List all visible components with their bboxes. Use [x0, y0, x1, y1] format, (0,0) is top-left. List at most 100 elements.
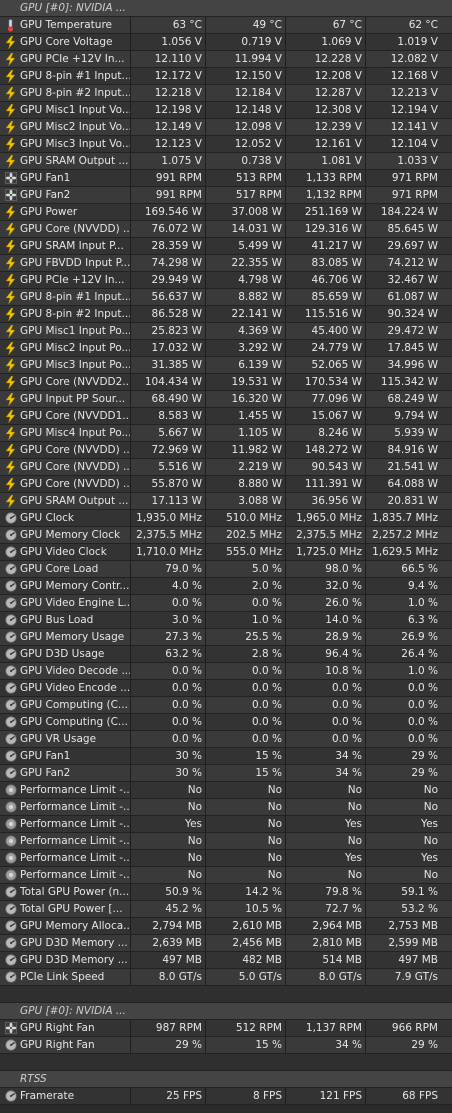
sensor-row[interactable]: GPU Video Clock 1,710.0 MHz 555.0 MHz 1,725…	[0, 544, 452, 561]
sensor-row[interactable]: GPU Fan2 991 RPM 517 RPM 1,132 RPM 971 RPM	[0, 187, 452, 204]
current-value: 3.0 %	[171, 614, 202, 626]
sensor-row[interactable]: GPU Right Fan 29 % 15 % 34 % 29 %	[0, 1037, 452, 1054]
sensor-row[interactable]: GPU Core Load 79.0 % 5.0 % 98.0 % 66.5 %	[0, 561, 452, 578]
max-value: 12.239 V	[314, 121, 362, 133]
sensor-row[interactable]: GPU SRAM Input P... 28.359 W 5.499 W 41.217…	[0, 238, 452, 255]
current-value: 25.823 W	[151, 325, 202, 337]
sensor-row[interactable]: GPU Computing (C... 0.0 % 0.0 % 0.0 % 0.0 %	[0, 697, 452, 714]
sensor-row[interactable]: GPU Core (NVVDD) ... 5.516 W 2.219 W 90.543…	[0, 459, 452, 476]
sensor-row[interactable]: GPU Core (NVVDD) ... 76.072 W 14.031 W 129.…	[0, 221, 452, 238]
sensor-row[interactable]: GPU Misc1 Input Po... 25.823 W 4.369 W 45.4…	[0, 323, 452, 340]
sensor-row[interactable]: GPU FBVDD Input P... 74.298 W 22.355 W 83.0…	[0, 255, 452, 272]
sensor-row[interactable]: GPU Core Voltage 1.056 V 0.719 V 1.069 V 1.0…	[0, 34, 452, 51]
column-separator	[365, 408, 366, 424]
average-value: 12.104 V	[390, 138, 438, 150]
sensor-row[interactable]: GPU Core (NVVDD) ... 72.969 W 11.982 W 148.…	[0, 442, 452, 459]
sensor-row[interactable]: GPU 8-pin #2 Input... 86.528 W 22.141 W 115…	[0, 306, 452, 323]
section-header[interactable]: GPU [#0]: NVIDIA ...	[0, 0, 452, 17]
max-value: 41.217 W	[311, 240, 362, 252]
column-separator	[285, 374, 286, 390]
sensor-row[interactable]: GPU Video Engine L... 0.0 % 0.0 % 26.0 % 1.0…	[0, 595, 452, 612]
sensor-row[interactable]: GPU Core (NVVDD1... 8.583 W 1.455 W 15.067 …	[0, 408, 452, 425]
sensor-row[interactable]: GPU Memory Alloca... 2,794 MB 2,610 MB 2,96…	[0, 918, 452, 935]
column-separator	[205, 1088, 206, 1104]
sensor-row[interactable]: GPU Power 169.546 W 37.008 W 251.169 W 184.2…	[0, 204, 452, 221]
sensor-row[interactable]: GPU Video Encode ... 0.0 % 0.0 % 0.0 % 0.0 %	[0, 680, 452, 697]
sensor-row[interactable]: GPU Misc1 Input Vo... 12.198 V 12.148 V 12.…	[0, 102, 452, 119]
column-separator	[130, 561, 131, 577]
sensor-row[interactable]: GPU Core (NVVDD2... 104.434 W 19.531 W 170.…	[0, 374, 452, 391]
sensor-label: GPU PCIe +12V In...	[20, 274, 125, 286]
current-value: 169.546 W	[144, 206, 202, 218]
column-separator	[365, 425, 366, 441]
sensor-row[interactable]: Performance Limit -... No No No No	[0, 782, 452, 799]
column-separator	[285, 323, 286, 339]
sensor-row[interactable]: GPU 8-pin #1 Input... 12.172 V 12.150 V 12.…	[0, 68, 452, 85]
column-separator	[365, 680, 366, 696]
current-value: No	[187, 784, 202, 796]
sensor-row[interactable]: GPU Memory Usage 27.3 % 25.5 % 28.9 % 26.9 %	[0, 629, 452, 646]
sensor-row[interactable]: GPU Fan2 30 % 15 % 34 % 29 %	[0, 765, 452, 782]
sensor-row[interactable]: GPU Misc3 Input Po... 31.385 W 6.139 W 52.0…	[0, 357, 452, 374]
sensor-row[interactable]: GPU 8-pin #1 Input... 56.637 W 8.882 W 85.6…	[0, 289, 452, 306]
sensor-row[interactable]: GPU Memory Contr... 4.0 % 2.0 % 32.0 % 9.4 %	[0, 578, 452, 595]
sensor-row[interactable]: GPU D3D Usage 63.2 % 2.8 % 96.4 % 26.4 %	[0, 646, 452, 663]
sensor-row[interactable]: Performance Limit -... No No No No	[0, 833, 452, 850]
sensor-row[interactable]: GPU Misc2 Input Vo... 12.149 V 12.098 V 12.…	[0, 119, 452, 136]
sensor-row[interactable]: GPU SRAM Output ... 17.113 W 3.088 W 36.956…	[0, 493, 452, 510]
sensor-row[interactable]: Framerate 25 FPS 8 FPS 121 FPS 68 FPS	[0, 1088, 452, 1105]
column-separator	[205, 561, 206, 577]
min-value: 22.141 W	[231, 308, 282, 320]
sensor-row[interactable]: GPU Misc2 Input Po... 17.032 W 3.292 W 24.7…	[0, 340, 452, 357]
current-value: 8.583 W	[158, 410, 202, 422]
sensor-row[interactable]: GPU Misc4 Input Po... 5.667 W 1.105 W 8.246…	[0, 425, 452, 442]
sensor-row[interactable]: GPU D3D Memory ... 497 MB 482 MB 514 MB 497 …	[0, 952, 452, 969]
sensor-row[interactable]: GPU Memory Clock 2,375.5 MHz 202.5 MHz 2,37…	[0, 527, 452, 544]
sensor-row[interactable]: GPU Misc3 Input Vo... 12.123 V 12.052 V 12.…	[0, 136, 452, 153]
sensor-row[interactable]: GPU VR Usage 0.0 % 0.0 % 0.0 % 0.0 %	[0, 731, 452, 748]
column-separator	[130, 1037, 131, 1053]
average-value: 32.467 W	[387, 274, 438, 286]
sensor-row[interactable]: GPU Clock 1,935.0 MHz 510.0 MHz 1,965.0 MHz…	[0, 510, 452, 527]
column-separator	[130, 153, 131, 169]
column-separator	[205, 34, 206, 50]
sensor-row[interactable]: GPU D3D Memory ... 2,639 MB 2,456 MB 2,810 …	[0, 935, 452, 952]
sensor-row[interactable]: PCIe Link Speed 8.0 GT/s 5.0 GT/s 8.0 GT/s 7…	[0, 969, 452, 986]
sensor-row[interactable]: GPU PCIe +12V In... 12.110 V 11.994 V 12.22…	[0, 51, 452, 68]
sensor-label: GPU Power	[20, 206, 78, 218]
max-value: 251.169 W	[304, 206, 362, 218]
average-value: 68.249 W	[387, 393, 438, 405]
column-separator	[285, 544, 286, 560]
sensor-row[interactable]: GPU 8-pin #2 Input... 12.218 V 12.184 V 12.…	[0, 85, 452, 102]
sensor-row[interactable]: GPU Core (NVVDD) ... 55.870 W 8.880 W 111.3…	[0, 476, 452, 493]
sensor-row[interactable]: Performance Limit -... No No Yes Yes	[0, 850, 452, 867]
section-header[interactable]: GPU [#0]: NVIDIA ...	[0, 1003, 452, 1020]
column-separator	[130, 901, 131, 917]
section-header[interactable]: RTSS	[0, 1071, 452, 1088]
sensor-row[interactable]: Performance Limit -... No No No No	[0, 867, 452, 884]
current-value: 104.434 W	[144, 376, 202, 388]
sensor-row[interactable]: Performance Limit -... Yes No Yes Yes	[0, 816, 452, 833]
gauge-icon	[4, 682, 17, 695]
average-value: 29.697 W	[387, 240, 438, 252]
sensor-row[interactable]: Performance Limit -... No No No No	[0, 799, 452, 816]
average-value: 29 %	[411, 750, 438, 762]
average-value: 1.019 V	[397, 36, 438, 48]
column-separator	[365, 442, 366, 458]
sensor-row[interactable]: GPU Fan1 30 % 15 % 34 % 29 %	[0, 748, 452, 765]
sensor-row[interactable]: GPU Input PP Sour... 68.490 W 16.320 W 77.0…	[0, 391, 452, 408]
sensor-row[interactable]: GPU SRAM Output ... 1.075 V 0.738 V 1.081 V…	[0, 153, 452, 170]
sensor-row[interactable]: GPU Computing (C... 0.0 % 0.0 % 0.0 % 0.0 %	[0, 714, 452, 731]
sensor-label: PCIe Link Speed	[20, 971, 105, 983]
average-value: 2,257.2 MHz	[372, 529, 438, 541]
average-value: 21.541 W	[387, 461, 438, 473]
sensor-row[interactable]: GPU Video Decode ... 0.0 % 0.0 % 10.8 % 1.0 …	[0, 663, 452, 680]
sensor-row[interactable]: GPU Fan1 991 RPM 513 RPM 1,133 RPM 971 RPM	[0, 170, 452, 187]
sensor-row[interactable]: Total GPU Power (n... 50.9 % 14.2 % 79.8 % 5…	[0, 884, 452, 901]
sensor-row[interactable]: GPU Temperature 63 °C 49 °C 67 °C 62 °C	[0, 17, 452, 34]
sensor-row[interactable]: GPU PCIe +12V In... 29.949 W 4.798 W 46.706…	[0, 272, 452, 289]
sensor-row[interactable]: GPU Right Fan 987 RPM 512 RPM 1,137 RPM 966 …	[0, 1020, 452, 1037]
sensor-label: GPU SRAM Input P...	[20, 240, 124, 252]
sensor-row[interactable]: Total GPU Power [... 45.2 % 10.5 % 72.7 % 53…	[0, 901, 452, 918]
sensor-row[interactable]: GPU Bus Load 3.0 % 1.0 % 14.0 % 6.3 %	[0, 612, 452, 629]
